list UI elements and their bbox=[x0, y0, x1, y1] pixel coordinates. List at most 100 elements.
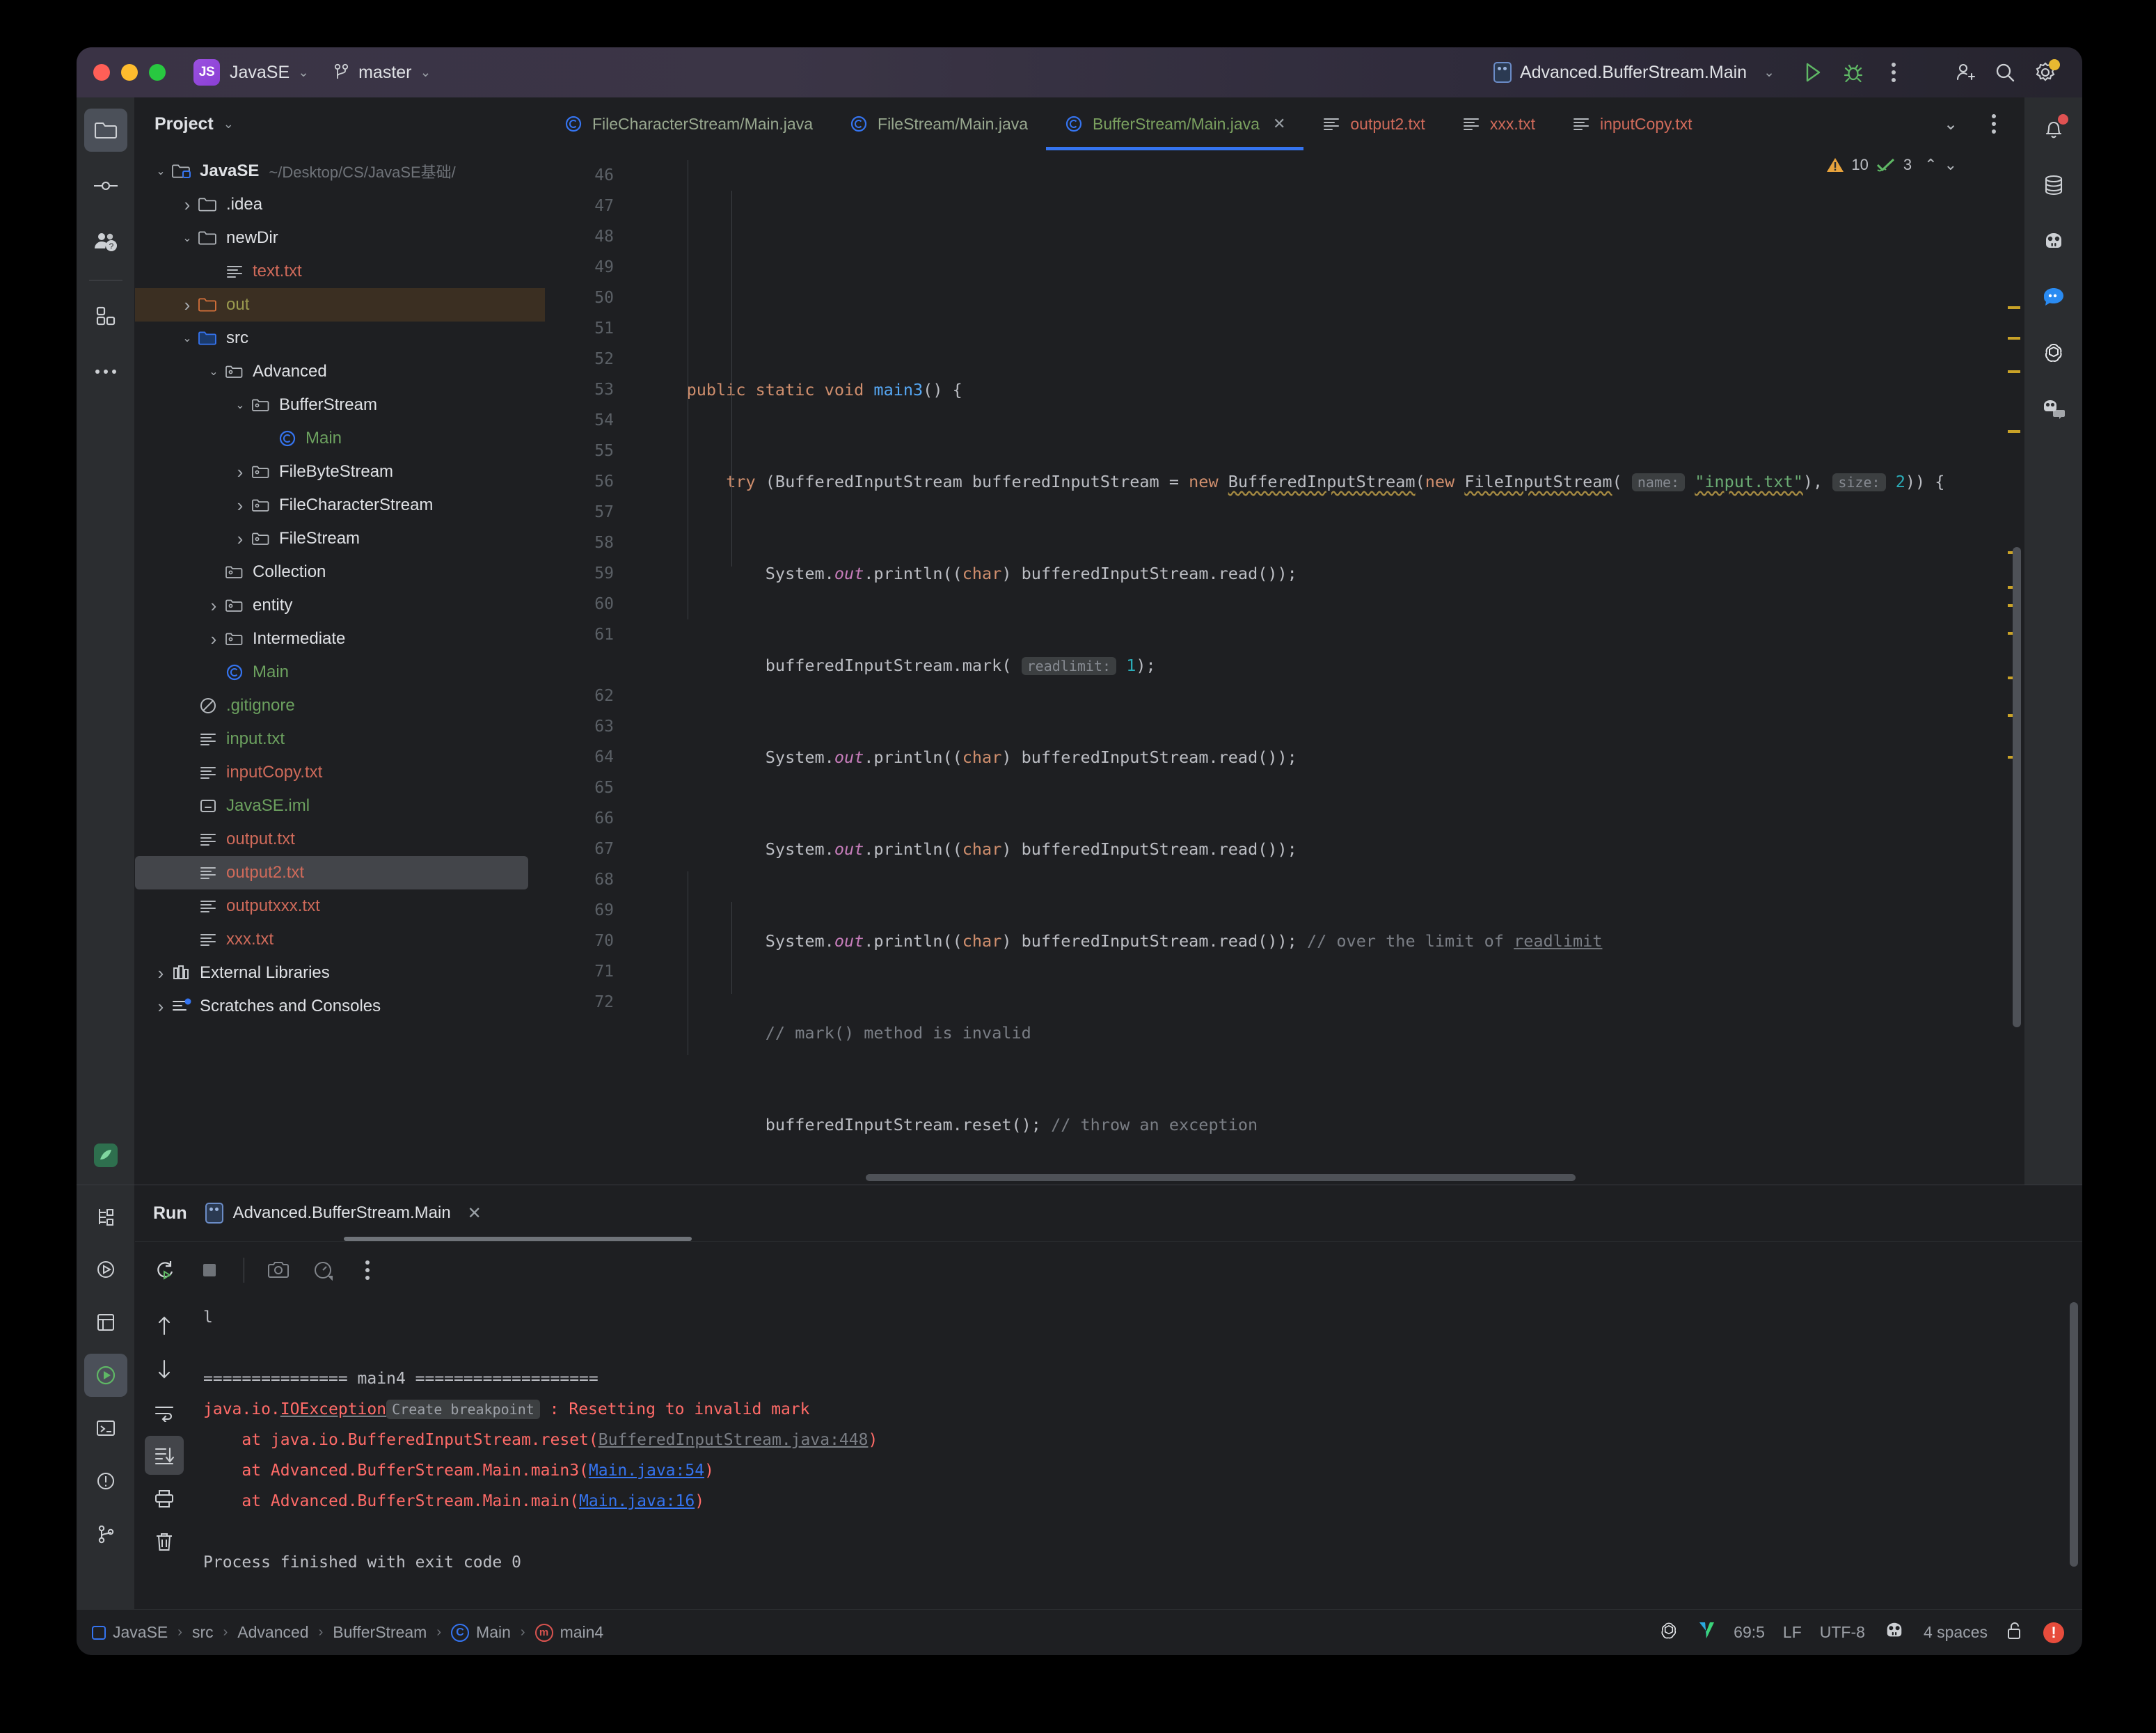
editor-tab-output2-txt[interactable]: output2.txt bbox=[1303, 97, 1443, 150]
next-occurrence-button[interactable] bbox=[145, 1350, 184, 1388]
chevron-right-icon[interactable]: › bbox=[178, 194, 196, 216]
console-output[interactable]: l =============== main4 ================… bbox=[193, 1298, 2082, 1609]
tree-node-filebytestream[interactable]: › FileByteStream bbox=[135, 455, 545, 489]
error-status-badge[interactable]: ! bbox=[2043, 1622, 2064, 1643]
inspections-widget[interactable]: 10 3 ⌃ ⌄ bbox=[1826, 156, 1957, 174]
sidebar-item-chatgpt[interactable] bbox=[2032, 331, 2075, 374]
breadcrumb-item-src[interactable]: src bbox=[192, 1623, 214, 1642]
breadcrumb-item-main[interactable]: C Main bbox=[451, 1623, 511, 1642]
chevron-right-icon[interactable]: › bbox=[231, 461, 249, 483]
add-user-button[interactable] bbox=[1944, 52, 1985, 93]
tree-node-entity[interactable]: › entity bbox=[135, 589, 545, 622]
close-window-button[interactable] bbox=[93, 64, 110, 81]
tab-more-button[interactable] bbox=[1974, 104, 2014, 144]
minimize-window-button[interactable] bbox=[121, 64, 138, 81]
sidebar-item-plugins[interactable] bbox=[84, 294, 127, 338]
editor-tab-filecharacterstream-main-java[interactable]: FileCharacterStream/Main.java bbox=[546, 97, 831, 150]
chevron-down-icon[interactable]: ⌄ bbox=[205, 365, 223, 379]
tree-node-filestream[interactable]: › FileStream bbox=[135, 522, 545, 555]
previous-problem-icon[interactable]: ⌃ bbox=[1924, 156, 1937, 174]
breadcrumb-item-advanced[interactable]: Advanced bbox=[237, 1623, 308, 1642]
app-status-icon-container[interactable] bbox=[77, 1141, 135, 1169]
debug-button[interactable] bbox=[1833, 52, 1873, 93]
close-icon[interactable]: ✕ bbox=[468, 1203, 482, 1224]
chevron-right-icon[interactable]: › bbox=[231, 528, 249, 550]
sidebar-item-terminal[interactable] bbox=[84, 1407, 127, 1450]
tab-list-button[interactable]: ⌄ bbox=[1931, 104, 1971, 144]
run-button[interactable] bbox=[1793, 52, 1833, 93]
run-session-tab[interactable]: Advanced.BufferStream.Main ✕ bbox=[205, 1203, 482, 1224]
tree-node-input-txt[interactable]: input.txt bbox=[135, 722, 545, 756]
sidebar-item-database[interactable] bbox=[2032, 164, 2075, 207]
tree-node-newdir[interactable]: ⌄ newDir bbox=[135, 221, 545, 255]
branch-selector[interactable]: master ⌄ bbox=[334, 63, 431, 83]
tree-node-bufferstream[interactable]: ⌄ BufferStream bbox=[135, 388, 545, 422]
chevron-right-icon[interactable]: › bbox=[178, 294, 196, 316]
tree-node-advanced[interactable]: ⌄ Advanced bbox=[135, 355, 545, 388]
chevron-right-icon[interactable]: › bbox=[152, 996, 170, 1018]
stacktrace-link[interactable]: BufferedInputStream.java:448 bbox=[599, 1431, 869, 1449]
indent-setting[interactable]: 4 spaces bbox=[1924, 1623, 1988, 1642]
editor-tab-filestream-main-java[interactable]: FileStream/Main.java bbox=[831, 97, 1046, 150]
tree-node-intermediate[interactable]: › Intermediate bbox=[135, 622, 545, 656]
sidebar-item-version-control[interactable] bbox=[84, 1512, 127, 1556]
breadcrumb-item-main4[interactable]: m main4 bbox=[534, 1623, 603, 1642]
sidebar-item-run[interactable] bbox=[84, 1354, 127, 1397]
project-panel-header[interactable]: Project ⌄ bbox=[135, 97, 545, 150]
tree-node-scratches-and-consoles[interactable]: › Scratches and Consoles bbox=[135, 990, 545, 1023]
close-icon[interactable]: ✕ bbox=[1273, 115, 1285, 133]
stacktrace-link[interactable]: Main.java:54 bbox=[589, 1462, 704, 1480]
profiler-button[interactable] bbox=[303, 1250, 343, 1290]
caret-position[interactable]: 69:5 bbox=[1734, 1623, 1765, 1642]
stacktrace-link[interactable]: Main.java:16 bbox=[579, 1492, 695, 1510]
clear-all-button[interactable] bbox=[145, 1522, 184, 1561]
tree-node-javase-iml[interactable]: JavaSE.iml bbox=[135, 789, 545, 823]
chevron-down-icon[interactable]: ⌄ bbox=[178, 231, 196, 245]
sidebar-item-ai-assistant[interactable] bbox=[2032, 220, 2075, 263]
settings-button[interactable] bbox=[2025, 52, 2066, 93]
soft-wrap-button[interactable] bbox=[145, 1393, 184, 1432]
screenshot-button[interactable] bbox=[258, 1250, 299, 1290]
breadcrumb[interactable]: JavaSE › src › Advanced › BufferStream › C Main › m… bbox=[92, 1623, 603, 1642]
editor-tab-inputcopy-txt[interactable]: inputCopy.txt bbox=[1553, 97, 1711, 150]
run-toolbar[interactable] bbox=[135, 1241, 2082, 1298]
print-button[interactable] bbox=[145, 1479, 184, 1518]
editor-marker-bar[interactable] bbox=[2003, 150, 2024, 1172]
next-problem-icon[interactable]: ⌄ bbox=[1944, 156, 1957, 174]
scroll-to-end-button[interactable] bbox=[145, 1436, 184, 1475]
breadcrumb-item-bufferstream[interactable]: BufferStream bbox=[333, 1623, 427, 1642]
tree-node-text-txt[interactable]: text.txt bbox=[135, 255, 545, 288]
tree-node-output-txt[interactable]: output.txt bbox=[135, 823, 545, 856]
editor-tab-bufferstream-main-java[interactable]: BufferStream/Main.java ✕ bbox=[1046, 97, 1304, 150]
chevron-right-icon[interactable]: › bbox=[205, 595, 223, 617]
tree-node-xxx-txt[interactable]: xxx.txt bbox=[135, 923, 545, 956]
editor-tab-xxx-txt[interactable]: xxx.txt bbox=[1443, 97, 1553, 150]
run-configuration-selector[interactable]: Advanced.BufferStream.Main ⌄ bbox=[1493, 62, 1775, 83]
tree-node-src[interactable]: ⌄ src bbox=[135, 322, 545, 355]
chevron-right-icon[interactable]: › bbox=[205, 628, 223, 650]
tree-node-out[interactable]: › out bbox=[135, 288, 545, 322]
sidebar-item-more[interactable] bbox=[84, 350, 127, 393]
sidebar-item-structure[interactable] bbox=[84, 1195, 127, 1238]
sidebar-item-services[interactable] bbox=[84, 1248, 127, 1291]
code-content[interactable]: public static void main3() { try (Buffer… bbox=[629, 150, 2003, 1172]
line-separator[interactable]: LF bbox=[1783, 1623, 1802, 1642]
rerun-button[interactable] bbox=[145, 1250, 185, 1290]
tree-node-javase[interactable]: ⌄ JavaSE ~/Desktop/CS/JavaSE基础/ bbox=[135, 155, 545, 188]
tabbar-actions[interactable]: ⌄ bbox=[1931, 97, 2024, 150]
chevron-down-icon[interactable]: ⌄ bbox=[152, 164, 170, 178]
editor-tabbar[interactable]: FileCharacterStream/Main.java FileStream/… bbox=[546, 97, 2024, 150]
ai-assistant-status-icon[interactable] bbox=[1883, 1621, 1905, 1645]
chevron-right-icon[interactable]: › bbox=[152, 963, 170, 984]
tree-node-external-libraries[interactable]: › External Libraries bbox=[135, 956, 545, 990]
chatgpt-status-icon[interactable] bbox=[1658, 1620, 1679, 1645]
tree-node-collection[interactable]: Collection bbox=[135, 555, 545, 589]
chevron-down-icon[interactable]: ⌄ bbox=[178, 331, 196, 345]
tree-node-main[interactable]: Main bbox=[135, 656, 545, 689]
sidebar-item-project[interactable] bbox=[84, 109, 127, 152]
editor-horizontal-scrollbar[interactable] bbox=[546, 1172, 2024, 1185]
vpn-status-icon[interactable] bbox=[1697, 1620, 1715, 1645]
breadcrumb-item-javase[interactable]: JavaSE bbox=[92, 1623, 168, 1642]
maximize-window-button[interactable] bbox=[149, 64, 166, 81]
sidebar-item-chat[interactable] bbox=[2032, 276, 2075, 319]
